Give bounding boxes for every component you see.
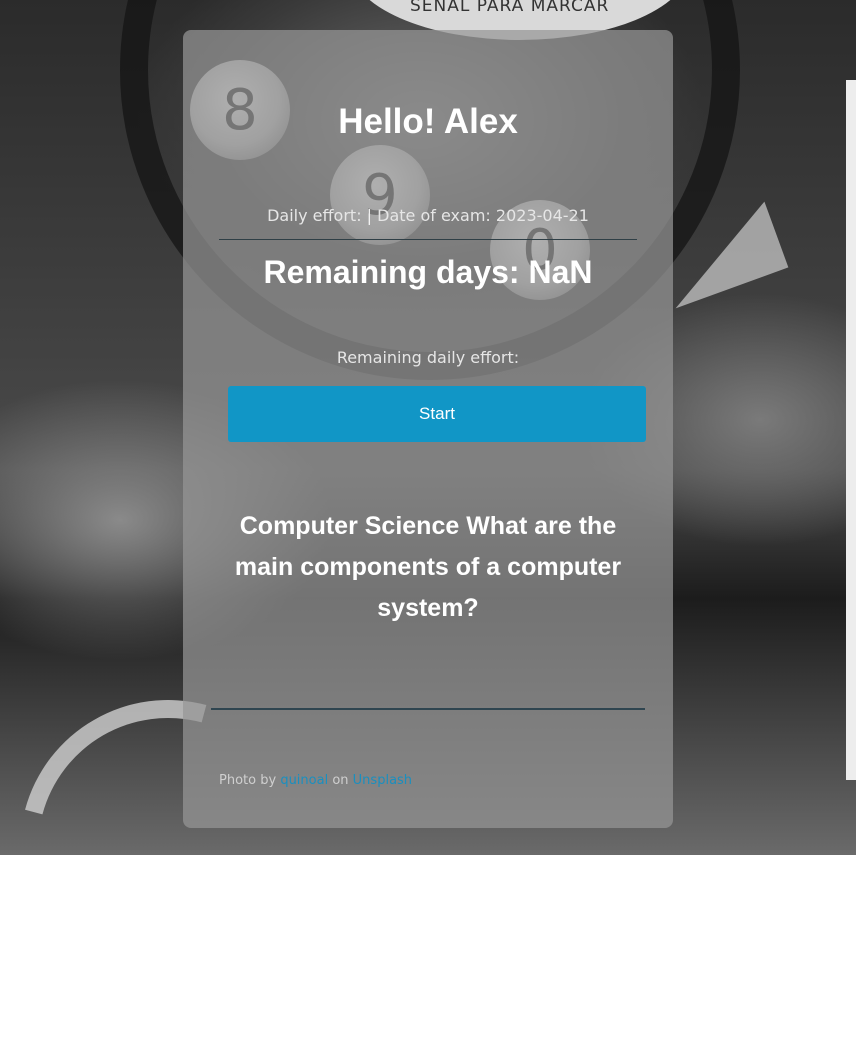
answer-input[interactable]	[211, 678, 645, 710]
start-button[interactable]: Start	[228, 386, 646, 442]
daily-effort-label: Daily effort:	[267, 206, 362, 225]
exam-info-line: Daily effort: | Date of exam: 2023-04-21	[183, 206, 673, 225]
credit-middle: on	[332, 773, 349, 788]
remaining-days: Remaining days: NaN	[263, 254, 593, 290]
background-edge	[846, 80, 856, 780]
main-card: Hello! Alex Daily effort: | Date of exam…	[183, 30, 673, 828]
divider	[219, 239, 637, 240]
question-text: Computer Science What are the main compo…	[234, 512, 622, 622]
info-separator: |	[366, 206, 373, 225]
greeting-title: Hello! Alex	[338, 102, 518, 141]
author-link[interactable]: quinoal	[280, 773, 328, 788]
photo-credit: Photo by quinoal on Unsplash	[219, 773, 412, 788]
unsplash-link[interactable]: Unsplash	[353, 773, 412, 788]
exam-date-value: 2023-04-21	[495, 206, 589, 225]
exam-date-label: Date of exam:	[377, 206, 491, 225]
credit-prefix: Photo by	[219, 773, 277, 788]
remaining-daily-effort: Remaining daily effort:	[336, 348, 520, 367]
dial-plate-text: SEÑAL PARA MARCAR	[410, 0, 610, 16]
